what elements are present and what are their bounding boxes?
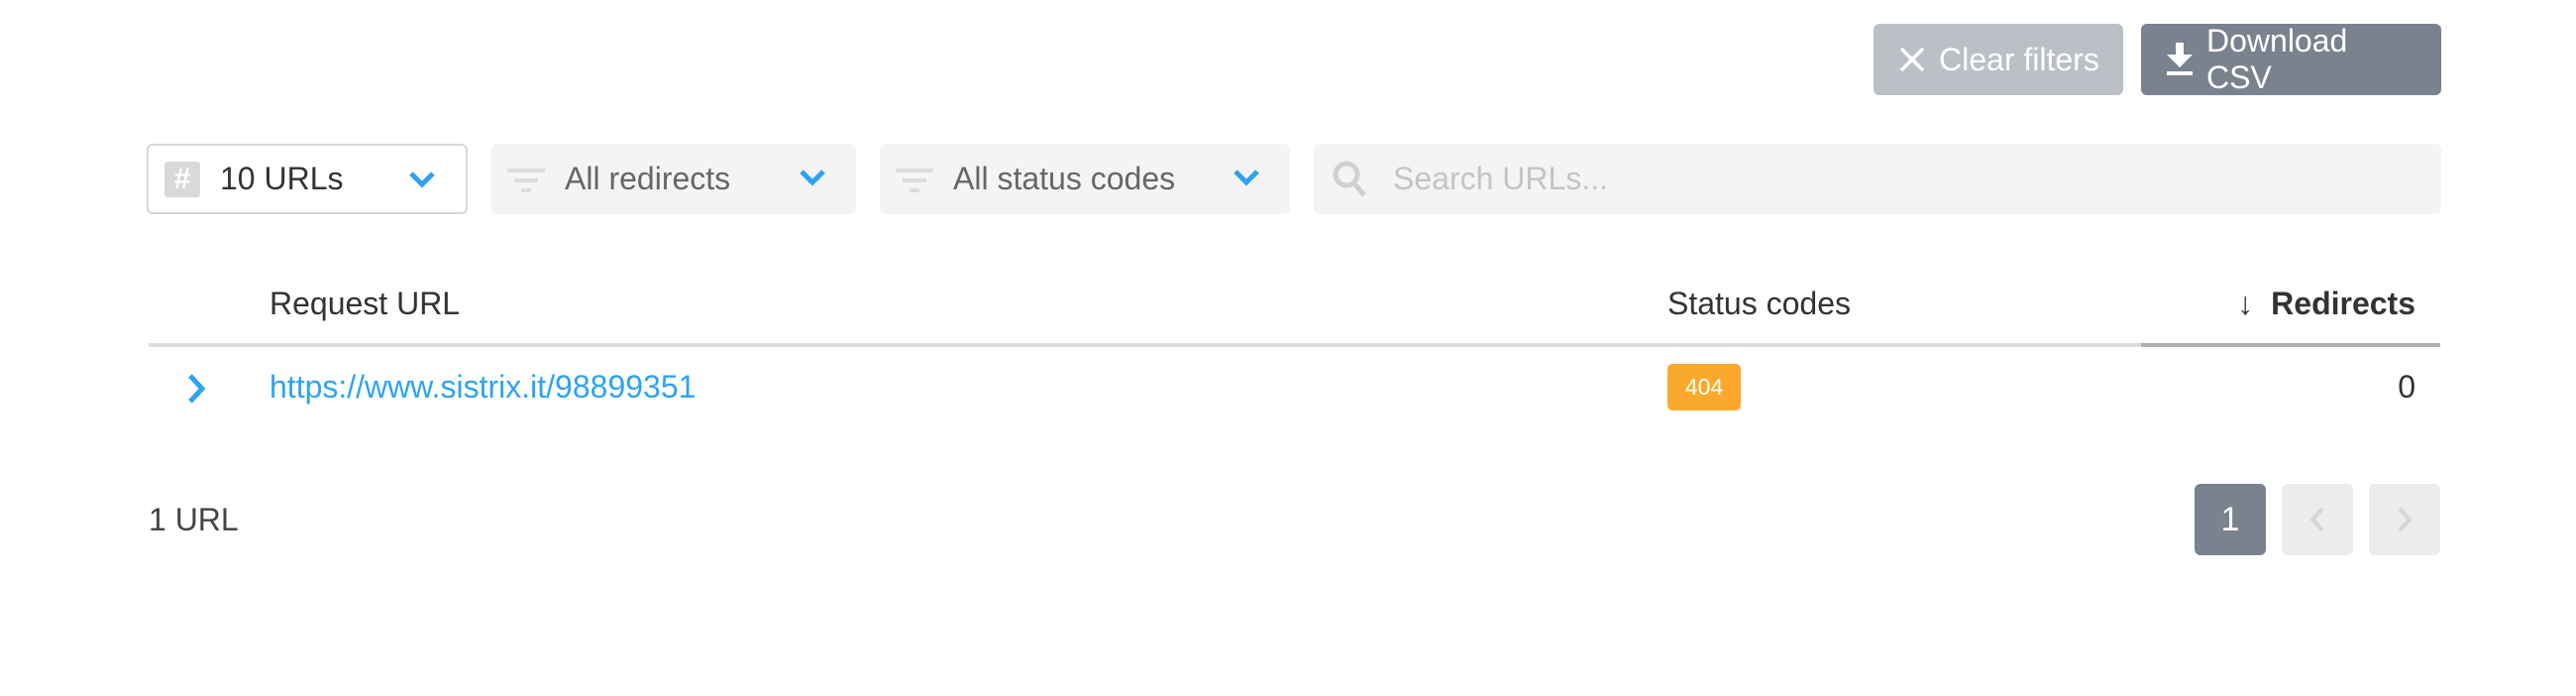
- column-header-request-url: Request URL: [269, 286, 461, 321]
- status-codes-filter-dropdown[interactable]: All status codes: [880, 144, 1290, 214]
- header-divider: [149, 343, 2439, 347]
- request-url-link[interactable]: https://www.sistrix.it/98899351: [269, 369, 696, 406]
- sorted-column-indicator: [2141, 343, 2440, 347]
- status-codes-filter-value: All status codes: [953, 161, 1176, 196]
- chevron-left-icon: [2309, 507, 2324, 532]
- sort-descending-icon: ↓: [2237, 286, 2254, 321]
- search-icon: [1333, 161, 1366, 197]
- status-badge: 404: [1667, 364, 1741, 410]
- next-page-button[interactable]: [2369, 484, 2440, 555]
- download-icon: [2167, 43, 2193, 75]
- page-size-value: 10 URLs: [220, 161, 344, 196]
- filter-icon: [896, 168, 933, 192]
- clear-filters-button[interactable]: Clear filters: [1874, 24, 2123, 95]
- page-1-button[interactable]: 1: [2195, 484, 2266, 555]
- chevron-down-icon: [800, 170, 825, 186]
- clear-filters-label: Clear filters: [1939, 41, 2099, 77]
- search-box: [1314, 144, 2441, 214]
- chevron-down-icon: [409, 172, 435, 188]
- redirects-header-label: Redirects: [2271, 286, 2415, 321]
- chevron-down-icon: [1234, 170, 1259, 186]
- filter-icon: [507, 168, 545, 192]
- column-header-status-codes: Status codes: [1667, 286, 1851, 321]
- redirects-filter-dropdown[interactable]: All redirects: [491, 144, 856, 214]
- close-icon: [1899, 47, 1925, 72]
- download-csv-label: Download CSV: [2206, 23, 2348, 95]
- chevron-right-icon: [2398, 507, 2413, 532]
- redirects-filter-value: All redirects: [565, 161, 731, 196]
- download-csv-button[interactable]: Download CSV: [2141, 23, 2441, 95]
- result-count: 1 URL: [149, 502, 239, 537]
- search-input[interactable]: [1391, 160, 2386, 198]
- hash-icon: #: [164, 161, 200, 197]
- expand-row-chevron-icon[interactable]: [184, 372, 208, 406]
- page-size-dropdown[interactable]: # 10 URLs: [147, 144, 468, 214]
- previous-page-button[interactable]: [2282, 484, 2353, 555]
- column-header-redirects[interactable]: ↓ Redirects: [2237, 286, 2415, 322]
- redirects-value: 0: [2398, 369, 2415, 405]
